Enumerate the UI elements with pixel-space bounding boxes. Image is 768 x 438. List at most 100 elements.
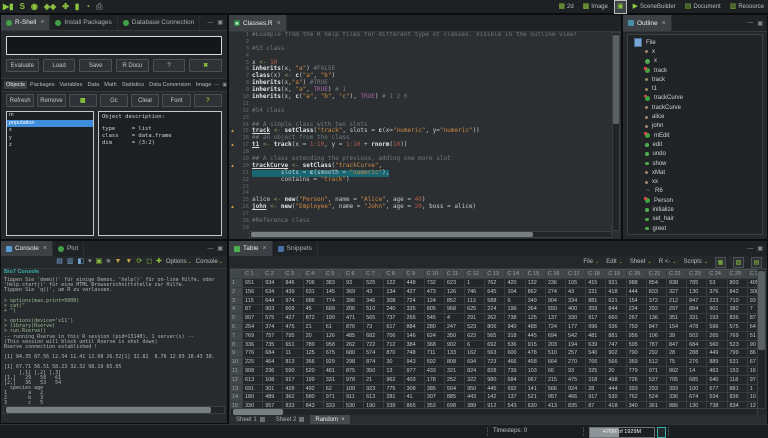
table-cell[interactable]: 640 [707,375,728,385]
stop-s-icon[interactable]: S [20,0,25,14]
row-header[interactable]: 13 [230,384,243,394]
table-cell[interactable]: 929 [323,358,344,367]
editor-horizontal-scrollbar[interactable] [249,231,612,238]
table-cell[interactable]: 962 [384,375,405,385]
table-cell[interactable]: 322 [465,375,486,385]
maximize-icon[interactable]: ▣ [757,245,763,252]
subtab-image[interactable]: Image [194,81,214,89]
table-cell[interactable]: 383 [323,279,344,288]
table-cell[interactable]: 331 [687,314,708,323]
table-cell[interactable]: 364 [525,305,546,315]
table-cell[interactable]: 466 [566,393,587,403]
column-header[interactable]: C 3 [283,270,304,279]
table-cell[interactable]: 403 [404,375,425,385]
table-cell[interactable]: 473 [424,287,445,297]
table-cell[interactable]: 93 [343,279,365,288]
table-cell[interactable]: 520 [303,366,324,376]
table-cell[interactable]: 13 [384,366,405,376]
table-cell[interactable]: 137 [545,314,566,323]
table-cell[interactable]: 566 [545,384,566,394]
table-cell[interactable]: 813 [283,358,304,367]
close-icon[interactable]: × [277,20,281,27]
table-cell[interactable]: 350 [444,331,466,341]
table-cell[interactable]: 550 [545,305,566,315]
table-cell[interactable]: 136 [646,314,667,323]
table-cell[interactable]: 351 [666,314,688,323]
table-cell[interactable]: 257 [566,349,587,359]
table-cell[interactable]: 62 [323,384,344,394]
outline-item-trackcurve[interactable]: trackCurve [628,94,762,103]
table-cell[interactable]: 11 [283,349,304,359]
table-cell[interactable]: 368 [424,340,445,350]
outline-item-x[interactable]: x [628,47,762,56]
table-cell[interactable]: 327 [666,287,688,297]
code-line[interactable]: 12 #S4 class [229,107,613,115]
subtab-variables[interactable]: Variables [58,81,85,89]
table-cell[interactable]: 330 [566,314,587,323]
close-icon[interactable]: × [40,19,44,26]
table-cell[interactable]: 881 [606,331,627,341]
menu-r[interactable]: R <- ⌄ [659,259,677,265]
table-cell[interactable]: 722 [364,340,385,350]
table-cell[interactable]: 396 [343,296,365,306]
table-cell[interactable]: 153 [727,366,748,376]
table-cell[interactable]: 14 [687,366,708,376]
table-cell[interactable]: 766 [586,358,607,367]
table-tab-table[interactable]: Table × [229,241,273,256]
table-cell[interactable]: 542 [566,331,587,341]
table-cell[interactable]: 580 [303,393,324,403]
table-cell[interactable]: 685 [687,375,708,385]
table-cell[interactable]: 846 [283,279,304,288]
code-line[interactable]: 10 inherits(x, c("a", "b", "c"), TRUE) # … [229,93,613,101]
table-cell[interactable]: 510 [545,349,566,359]
code-line[interactable]: 1 #Example from the R help files for diff… [229,32,613,39]
table-cell[interactable]: 824 [465,366,486,376]
table-cell[interactable]: 575 [263,314,284,323]
table-cell[interactable]: 645 [485,287,506,297]
table-cell[interactable]: 980 [485,375,506,385]
column-header[interactable]: C 7 [364,270,385,279]
table-cell[interactable]: 565 [485,331,506,341]
table-cell[interactable]: 6 [465,340,486,350]
subtab-statistics[interactable]: Statistics [120,81,146,89]
column-header[interactable]: C 1 [243,270,264,279]
table-cell[interactable]: 674 [687,393,708,403]
table-cell[interactable]: 194 [566,340,587,350]
table-cell[interactable]: 193 [707,314,728,323]
table-cell[interactable]: 775 [384,384,405,394]
close-shell-button[interactable]: ✖ [189,59,223,72]
table-cell[interactable]: 105 [566,279,587,288]
outline-item-t1[interactable]: t1 [628,84,762,93]
table-cell[interactable]: 325 [586,366,607,376]
table-cell[interactable]: 73 [364,322,385,332]
table-cell[interactable]: 6 [505,296,526,306]
table-cell[interactable]: 458 [525,358,546,367]
table-cell[interactable]: 958 [323,340,344,350]
table-cell[interactable]: 838 [666,279,688,288]
table-cell[interactable]: 190 [323,314,344,323]
rshell-tab-r-shell[interactable]: R-Shell × [1,15,51,30]
table-cell[interactable]: 904 [545,296,566,306]
table-cell[interactable]: 61 [323,322,344,332]
menu-sheet[interactable]: Sheet ⌄ [630,259,652,265]
table-cell[interactable]: 787 [646,340,667,350]
rshell-tab-install-packages[interactable]: Install Packages [50,15,118,30]
table-cell[interactable]: 498 [606,375,627,385]
code-line[interactable]: 23 [229,184,613,191]
table-cell[interactable]: 212 [666,296,688,306]
row-header[interactable]: 3 [230,296,243,306]
table-cell[interactable]: 464 [263,358,284,367]
table-cell[interactable]: 686 [303,296,324,306]
table-cell[interactable]: 762 [485,279,506,288]
table-cell[interactable]: 443 [465,393,486,403]
table-cell[interactable]: 488 [525,322,546,332]
table-cell[interactable]: 790 [626,349,647,359]
table-cell[interactable]: 108 [263,375,284,385]
table-cell[interactable]: 847 [666,340,688,350]
table-cell[interactable]: 4 [444,314,466,323]
column-header[interactable]: C 23 [687,270,708,279]
table-cell[interactable]: 540 [586,349,607,359]
table-cell[interactable]: 20 [606,366,627,376]
table-cell[interactable]: 530 [606,393,627,403]
table-cell[interactable]: 276 [687,358,708,367]
